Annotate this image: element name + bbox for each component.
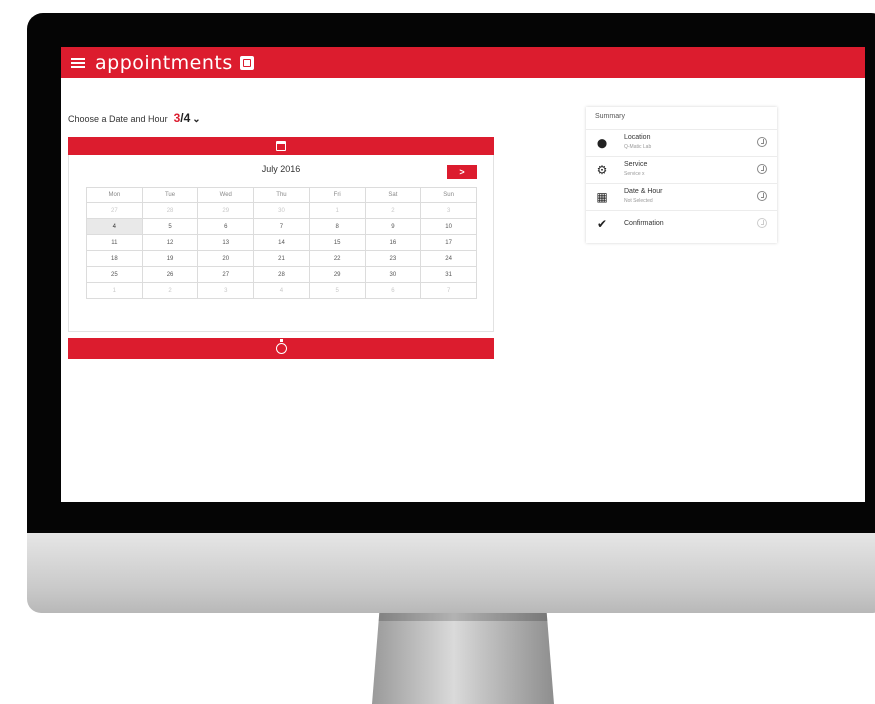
step-indicator[interactable]: 3/4: [174, 111, 191, 125]
calendar-day[interactable]: 13: [197, 234, 255, 251]
summary-item[interactable]: ✔ Confirmation: [586, 210, 777, 236]
calendar-day: 1: [308, 202, 366, 219]
hour-section-bar[interactable]: [68, 338, 494, 359]
weekday-header: Sat: [364, 187, 422, 203]
calendar-day[interactable]: 17: [420, 234, 477, 251]
monitor-stand: [372, 613, 554, 704]
calendar-day[interactable]: 18: [86, 250, 143, 267]
calendar-day: 30: [253, 202, 310, 219]
step-total: /4: [180, 111, 191, 125]
calendar-day[interactable]: 16: [364, 234, 422, 251]
calendar-body: 27 28 29 30 1 2 3 4 5 6 7 8 9 10 11 12 13 14 15 16 17 18 19 20 2…: [86, 202, 477, 299]
status-check-icon: [757, 218, 767, 228]
stopwatch-icon: [275, 339, 287, 354]
chevron-down-icon[interactable]: ⌄: [192, 114, 200, 125]
calendar-day[interactable]: 19: [141, 250, 199, 267]
calendar-day[interactable]: 24: [420, 250, 477, 267]
calendar-day[interactable]: 14: [253, 234, 310, 251]
checkmark-icon: ✔: [596, 217, 608, 231]
calendar-week-row: 11 12 13 14 15 16 17: [86, 234, 477, 251]
calendar-day[interactable]: 29: [308, 266, 366, 283]
calendar-day: 6: [364, 282, 422, 299]
summary-item-label: Confirmation: [624, 220, 664, 227]
calendar-day[interactable]: 21: [253, 250, 310, 267]
app-title: appointments: [95, 51, 233, 74]
summary-panel: Summary ⬤ Location Q-Matic Lab ⚙ Service Serv…: [586, 107, 777, 243]
calendar-day[interactable]: 27: [197, 266, 255, 283]
weekday-header: Wed: [197, 187, 255, 203]
status-check-icon: [757, 191, 767, 201]
summary-item-label: Date & Hour: [624, 188, 663, 195]
summary-item-label: Location: [624, 134, 651, 141]
calendar-day[interactable]: 12: [141, 234, 199, 251]
calendar-day: 7: [420, 282, 477, 299]
calendar-week-row: 18 19 20 21 22 23 24: [86, 250, 477, 267]
calendar-day[interactable]: 11: [86, 234, 143, 251]
step-header: Choose a Date and Hour 3/4 ⌄: [68, 111, 201, 125]
calendar-day: 2: [364, 202, 422, 219]
calendar-day[interactable]: 31: [420, 266, 477, 283]
step-label: Choose a Date and Hour: [68, 114, 168, 124]
date-section-bar[interactable]: [68, 137, 494, 155]
status-check-icon: [757, 137, 767, 147]
calendar-day: 29: [197, 202, 255, 219]
app-screen: appointments Choose a Date and Hour 3/4 …: [61, 47, 865, 502]
hamburger-menu-icon[interactable]: [71, 57, 85, 68]
calendar-day[interactable]: 10: [420, 218, 477, 235]
map-pin-icon: ⬤: [596, 138, 608, 148]
status-check-icon: [757, 164, 767, 174]
calendar-panel: July 2016 > Mon Tue Wed Thu Fri Sat Sun 27 28 29…: [68, 155, 494, 332]
gear-icon: ⚙: [596, 163, 608, 177]
calendar-icon: ▦: [596, 190, 608, 204]
calendar-day: 3: [420, 202, 477, 219]
calendar-week-row: 27 28 29 30 1 2 3: [86, 202, 477, 219]
calendar-day[interactable]: 9: [364, 218, 422, 235]
summary-item[interactable]: ▦ Date & Hour Not Selected: [586, 183, 777, 209]
calendar-week-row: 1234567: [86, 282, 477, 299]
calendar-day: 2: [141, 282, 199, 299]
weekday-header: Sun: [420, 187, 477, 203]
calendar-day: 1: [86, 282, 143, 299]
calendar-day[interactable]: 20: [197, 250, 255, 267]
calendar-day[interactable]: 22: [308, 250, 366, 267]
calendar-grid: Mon Tue Wed Thu Fri Sat Sun 27 28 29 30 1 2 3 4 5 6 7 8 9 1…: [86, 187, 477, 299]
summary-item-value: Not Selected: [624, 198, 653, 204]
monitor-chin: [27, 533, 875, 613]
summary-item-label: Service: [624, 161, 648, 168]
calendar-day: 27: [86, 202, 143, 219]
calendar-day: 3: [197, 282, 255, 299]
next-month-button[interactable]: >: [447, 165, 477, 179]
weekday-header: Tue: [141, 187, 199, 203]
summary-item[interactable]: ⬤ Location Q-Matic Lab: [586, 129, 777, 155]
calendar-day[interactable]: 7: [253, 218, 310, 235]
calendar-week-row: 4 5 6 7 8 9 10: [86, 218, 477, 235]
weekday-header: Mon: [86, 187, 143, 203]
weekday-header: Thu: [253, 187, 310, 203]
calendar-week-row: 25 26 27 28 29 30 31: [86, 266, 477, 283]
calendar-icon: [276, 141, 286, 151]
calendar-day: 5: [308, 282, 366, 299]
calendar-logo-icon: [239, 55, 254, 70]
calendar-day[interactable]: 4: [86, 218, 143, 235]
calendar-day[interactable]: 23: [364, 250, 422, 267]
calendar-day[interactable]: 8: [308, 218, 366, 235]
month-title: July 2016: [261, 164, 301, 174]
calendar-day[interactable]: 25: [86, 266, 143, 283]
calendar-day[interactable]: 15: [308, 234, 366, 251]
calendar-day: 4: [253, 282, 310, 299]
calendar-day[interactable]: 5: [141, 218, 199, 235]
summary-item-value: Q-Matic Lab: [624, 144, 652, 150]
weekday-header-row: Mon Tue Wed Thu Fri Sat Sun: [86, 187, 477, 203]
calendar-day[interactable]: 26: [141, 266, 199, 283]
calendar-day[interactable]: 6: [197, 218, 255, 235]
summary-item-value: Service x: [624, 171, 645, 177]
weekday-header: Fri: [308, 187, 366, 203]
calendar-day: 28: [141, 202, 199, 219]
calendar-day[interactable]: 28: [253, 266, 310, 283]
calendar-day[interactable]: 30: [364, 266, 422, 283]
summary-title: Summary: [595, 113, 625, 120]
app-bar: appointments: [61, 47, 865, 78]
summary-item[interactable]: ⚙ Service Service x: [586, 156, 777, 182]
